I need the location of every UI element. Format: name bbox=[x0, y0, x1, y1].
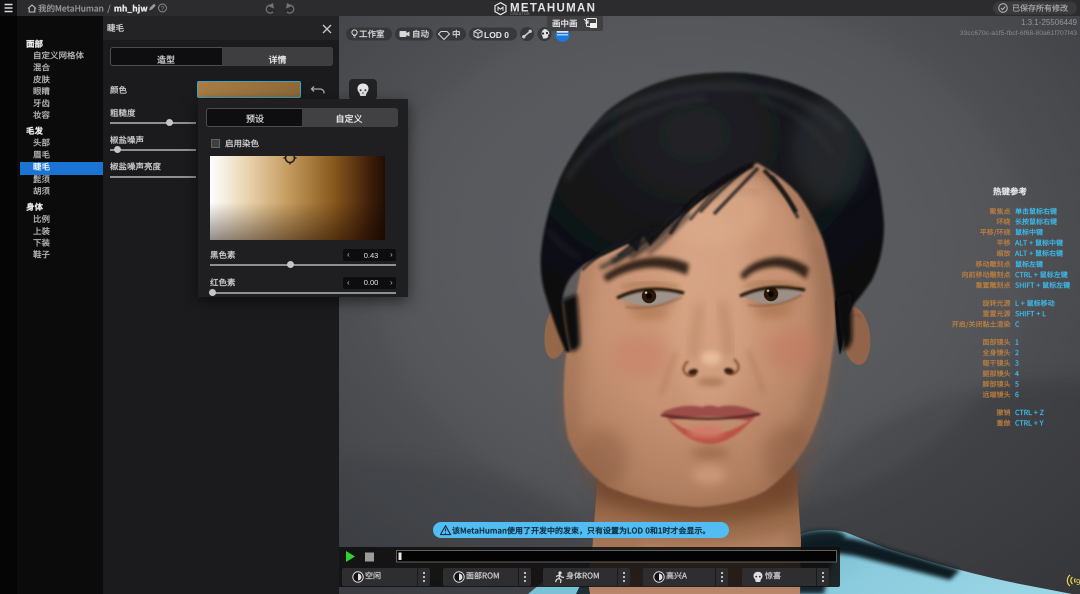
svg-text:?: ? bbox=[161, 6, 165, 13]
svg-text:CREATOR: CREATOR bbox=[511, 12, 531, 16]
svg-text:9: 9 bbox=[1076, 578, 1080, 587]
